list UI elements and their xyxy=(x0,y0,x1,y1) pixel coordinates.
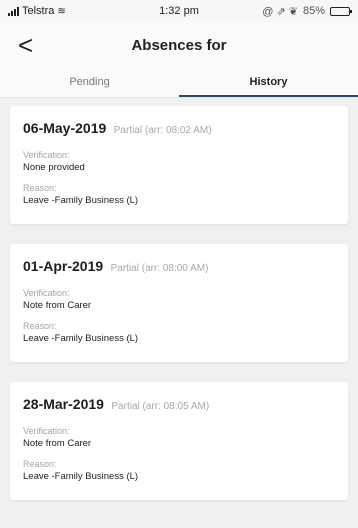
battery-percent: 85% xyxy=(302,5,325,17)
signal-icon xyxy=(8,6,19,16)
wifi-icon: ≋ xyxy=(57,5,66,17)
absence-partial-arrival: Partial (arr: 08:05 AM) xyxy=(111,401,210,412)
reason-value: Leave -Family Business (L) xyxy=(23,333,139,344)
reason-label: Reason: xyxy=(23,321,57,331)
reason-label: Reason: xyxy=(23,183,57,193)
back-button[interactable]: < xyxy=(18,30,33,60)
verification-value: Note from Carer xyxy=(23,300,92,311)
verification-label: Verification: xyxy=(23,288,70,298)
absence-date: 01-Apr-2019 xyxy=(23,258,104,274)
absence-date: 06-May-2019 xyxy=(23,120,107,136)
carrier-name: Telstra xyxy=(22,5,55,17)
status-right: @ ⇗ ❦ 85% xyxy=(262,5,352,18)
status-left: Telstra ≋ xyxy=(8,5,66,17)
absence-card[interactable]: 06-May-2019 Partial (arr: 08:02 AM) Veri… xyxy=(10,106,348,224)
absence-partial-arrival: Partial (arr: 08:02 AM) xyxy=(113,125,212,136)
status-icons: @ ⇗ ❦ xyxy=(262,5,298,18)
absence-list: 06-May-2019 Partial (arr: 08:02 AM) Veri… xyxy=(0,98,358,500)
verification-value: None provided xyxy=(23,162,85,173)
verification-label: Verification: xyxy=(23,426,70,436)
tab-pending[interactable]: Pending xyxy=(0,68,179,97)
reason-value: Leave -Family Business (L) xyxy=(23,195,139,206)
verification-value: Note from Carer xyxy=(23,438,92,449)
reason-label: Reason: xyxy=(23,459,57,469)
page-title: Absences for xyxy=(131,36,227,54)
absence-partial-arrival: Partial (arr: 08:00 AM) xyxy=(110,263,209,274)
nav-bar: < Absences for xyxy=(0,22,358,68)
reason-value: Leave -Family Business (L) xyxy=(23,471,139,482)
absence-card[interactable]: 01-Apr-2019 Partial (arr: 08:00 AM) Veri… xyxy=(10,244,348,362)
verification-label: Verification: xyxy=(23,150,70,160)
tab-bar: Pending History xyxy=(0,68,358,98)
absence-card[interactable]: 28-Mar-2019 Partial (arr: 08:05 AM) Veri… xyxy=(10,382,348,500)
tab-history[interactable]: History xyxy=(179,68,358,97)
absence-date: 28-Mar-2019 xyxy=(23,396,104,412)
battery-icon xyxy=(330,6,352,16)
status-bar: Telstra ≋ 1:32 pm @ ⇗ ❦ 85% xyxy=(0,0,358,22)
